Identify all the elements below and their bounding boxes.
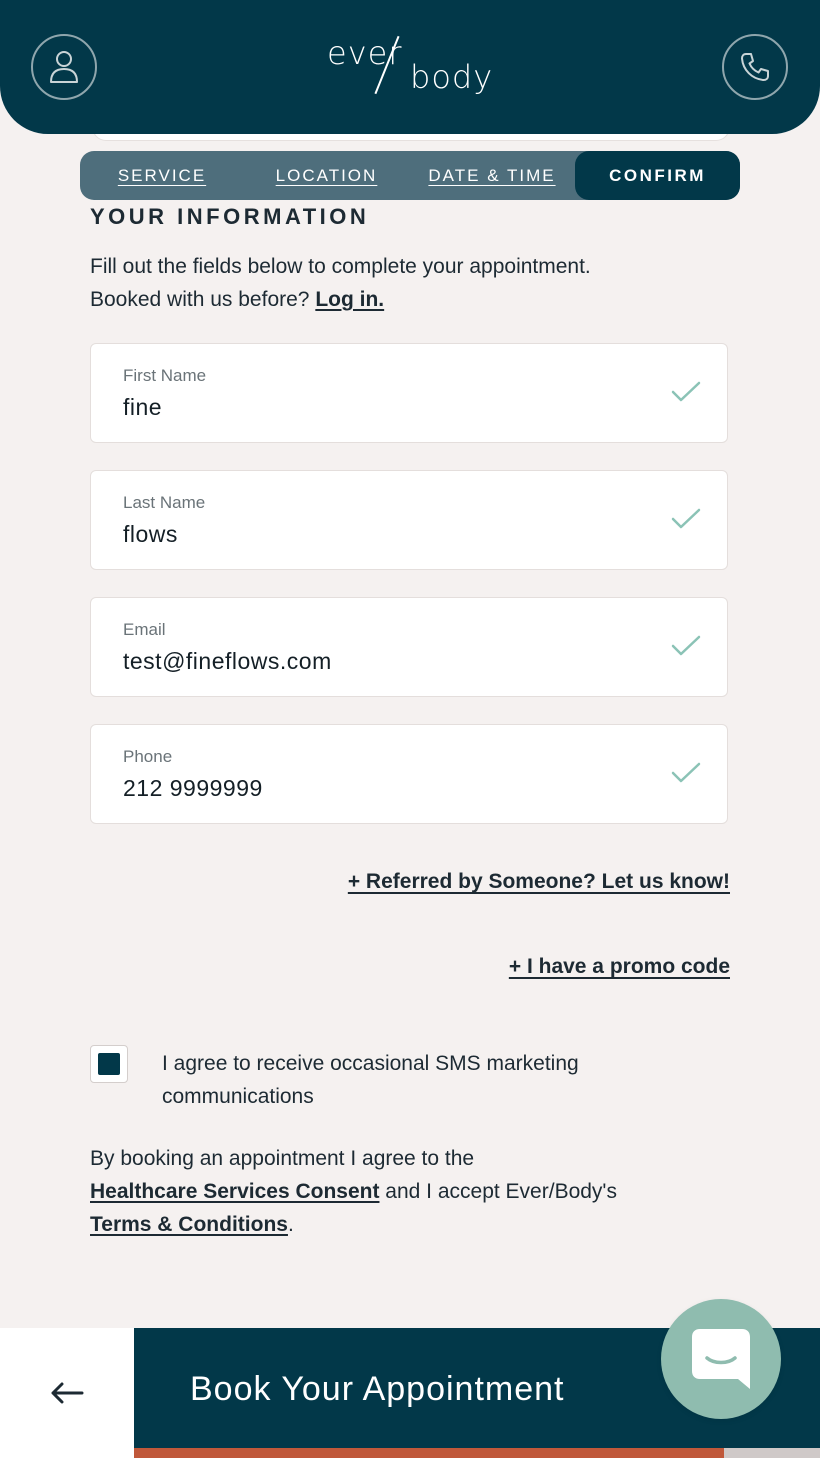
- phone-value[interactable]: 212 9999999: [123, 775, 263, 802]
- arrow-left-icon: [51, 1382, 84, 1404]
- chat-button[interactable]: [661, 1299, 781, 1419]
- intro-question: Booked with us before?: [90, 288, 310, 311]
- legal-prefix: By booking an appointment I agree to the: [90, 1147, 475, 1170]
- phone-field[interactable]: Phone 212 9999999: [90, 724, 728, 824]
- sms-consent-checkbox[interactable]: [90, 1045, 128, 1083]
- last-name-field[interactable]: Last Name flows: [90, 470, 728, 570]
- email-field[interactable]: Email test@fineflows.com: [90, 597, 728, 697]
- legal-text: By booking an appointment I agree to the…: [90, 1142, 730, 1241]
- legal-line-2: Healthcare Services Consent and I accept…: [90, 1175, 730, 1208]
- tab-confirm[interactable]: CONFIRM: [575, 151, 740, 200]
- check-icon: [671, 762, 701, 783]
- terms-link[interactable]: Terms & Conditions: [90, 1213, 288, 1236]
- phone-icon: [741, 53, 769, 81]
- first-name-label: First Name: [123, 366, 207, 385]
- account-button[interactable]: [31, 34, 97, 100]
- last-name-value[interactable]: flows: [123, 521, 178, 548]
- back-button[interactable]: [0, 1328, 134, 1458]
- ever-body-logo[interactable]: ever body: [300, 30, 520, 104]
- intro-text: Fill out the fields below to complete yo…: [90, 250, 730, 316]
- book-appointment-label: Book Your Appointment: [190, 1370, 565, 1408]
- chat-icon: [692, 1329, 750, 1389]
- check-icon: [671, 635, 701, 656]
- first-name-field[interactable]: First Name fine: [90, 343, 728, 443]
- tab-location[interactable]: LOCATION: [244, 151, 409, 200]
- booking-steps: SERVICE LOCATION DATE & TIME CONFIRM: [80, 151, 740, 200]
- tab-service[interactable]: SERVICE: [80, 151, 244, 200]
- phone-label: Phone: [123, 747, 173, 766]
- legal-middle: and I accept Ever/Body's: [379, 1180, 623, 1203]
- legal-suffix: .: [287, 1213, 294, 1236]
- intro-line-1: Fill out the fields below to complete yo…: [90, 255, 591, 278]
- tab-date-time[interactable]: DATE & TIME: [409, 151, 575, 200]
- call-button[interactable]: [722, 34, 788, 100]
- email-label: Email: [123, 620, 166, 639]
- progress-bar-fill: [134, 1448, 724, 1458]
- user-icon: [50, 51, 78, 83]
- intro-line-2: Booked with us before? Log in.: [90, 283, 730, 316]
- login-link[interactable]: Log in.: [315, 288, 384, 311]
- checkbox-checked-indicator: [98, 1053, 120, 1075]
- first-name-value[interactable]: fine: [123, 394, 162, 421]
- app-header: ever body: [0, 0, 820, 134]
- promo-code-link[interactable]: + I have a promo code: [509, 955, 730, 979]
- check-icon: [671, 508, 701, 529]
- email-value[interactable]: test@fineflows.com: [123, 648, 332, 675]
- legal-line-3: Terms & Conditions.: [90, 1208, 730, 1241]
- last-name-label: Last Name: [123, 493, 206, 512]
- referred-by-link[interactable]: + Referred by Someone? Let us know!: [348, 870, 730, 894]
- check-icon: [671, 381, 701, 402]
- healthcare-consent-link[interactable]: Healthcare Services Consent: [90, 1180, 379, 1203]
- section-title: YOUR INFORMATION: [90, 204, 370, 229]
- progress-bar: [134, 1448, 820, 1458]
- sms-consent-label: I agree to receive occasional SMS market…: [162, 1052, 579, 1108]
- logo-part-body: body: [410, 58, 494, 96]
